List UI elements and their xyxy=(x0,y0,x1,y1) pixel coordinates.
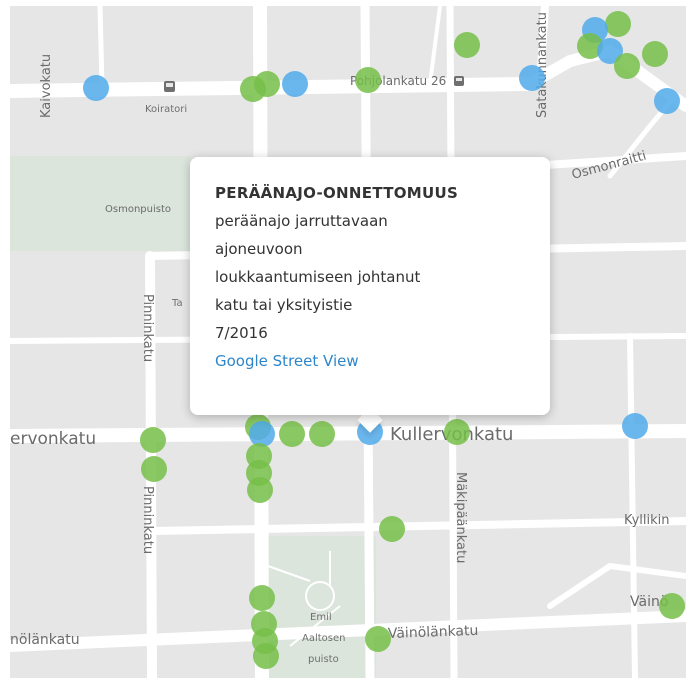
street-label-satakunnankatu: Satakunnankatu xyxy=(535,12,550,118)
accident-marker[interactable] xyxy=(282,71,308,97)
accident-marker[interactable] xyxy=(379,516,405,542)
accident-marker[interactable] xyxy=(247,477,273,503)
accident-marker[interactable] xyxy=(642,41,668,67)
poi-label-emil: Emil xyxy=(310,612,332,623)
street-label-pinninkatu-south: Pinninkatu xyxy=(140,486,155,554)
street-label-osmonpuisto: Osmonpuisto xyxy=(105,204,171,215)
pohjolankatu-poi-icon xyxy=(454,76,464,86)
poi-label-aaltosen: Aaltosen xyxy=(302,633,346,644)
accident-marker[interactable] xyxy=(444,419,470,445)
accident-marker[interactable] xyxy=(622,413,648,439)
accident-marker[interactable] xyxy=(279,421,305,447)
popup-line-vehicle: ajoneuvoon xyxy=(215,240,303,258)
accident-marker[interactable] xyxy=(519,65,545,91)
accident-marker[interactable] xyxy=(605,11,631,37)
accident-marker[interactable] xyxy=(249,585,275,611)
street-label-makipaankatu: Mäkipäänkatu xyxy=(453,472,468,563)
poi-label-puisto: puisto xyxy=(308,654,339,665)
street-label-kullervonkatu-west: ervonkatu xyxy=(10,429,96,449)
street-label-pinninkatu-north: Pinninkatu xyxy=(140,294,155,362)
street-label-kyllikinkatu: Kyllikin xyxy=(624,513,670,528)
accident-marker[interactable] xyxy=(240,76,266,102)
map[interactable]: Kaivokatu Pohjolankatu 26 Satakunnankatu… xyxy=(10,6,686,678)
accident-marker[interactable] xyxy=(654,88,680,114)
popup-line-severity: loukkaantumiseen johtanut xyxy=(215,268,421,286)
accident-marker[interactable] xyxy=(140,427,166,453)
accident-marker[interactable] xyxy=(365,626,391,652)
street-label-vainolankatu-west: nölänkatu xyxy=(10,632,80,648)
accident-marker[interactable] xyxy=(355,67,381,93)
accident-marker[interactable] xyxy=(614,53,640,79)
accident-marker[interactable] xyxy=(454,32,480,58)
popup-line-road-type: katu tai yksityistie xyxy=(215,296,353,314)
popup-line-accident-type: peräänajo jarruttavaan xyxy=(215,212,388,230)
popup-line-date: 7/2016 xyxy=(215,324,268,342)
accident-marker[interactable] xyxy=(141,456,167,482)
accident-marker[interactable] xyxy=(309,421,335,447)
poi-label-koiratori: Koiratori xyxy=(145,104,187,115)
google-street-view-link[interactable]: Google Street View xyxy=(215,347,525,375)
accident-marker[interactable] xyxy=(659,593,685,619)
poi-label-tagore: Ta xyxy=(171,298,183,309)
koiratori-icon xyxy=(164,81,175,92)
popup-title: PERÄÄNAJO-ONNETTOMUUS xyxy=(215,184,459,202)
accident-info-popup: PERÄÄNAJO-ONNETTOMUUS peräänajo jarrutta… xyxy=(190,157,550,415)
street-label-kaivokatu: Kaivokatu xyxy=(39,54,54,118)
accident-marker[interactable] xyxy=(83,75,109,101)
street-label-vainolankatu-center: Väinölänkatu xyxy=(388,623,479,642)
accident-marker[interactable] xyxy=(253,643,279,669)
